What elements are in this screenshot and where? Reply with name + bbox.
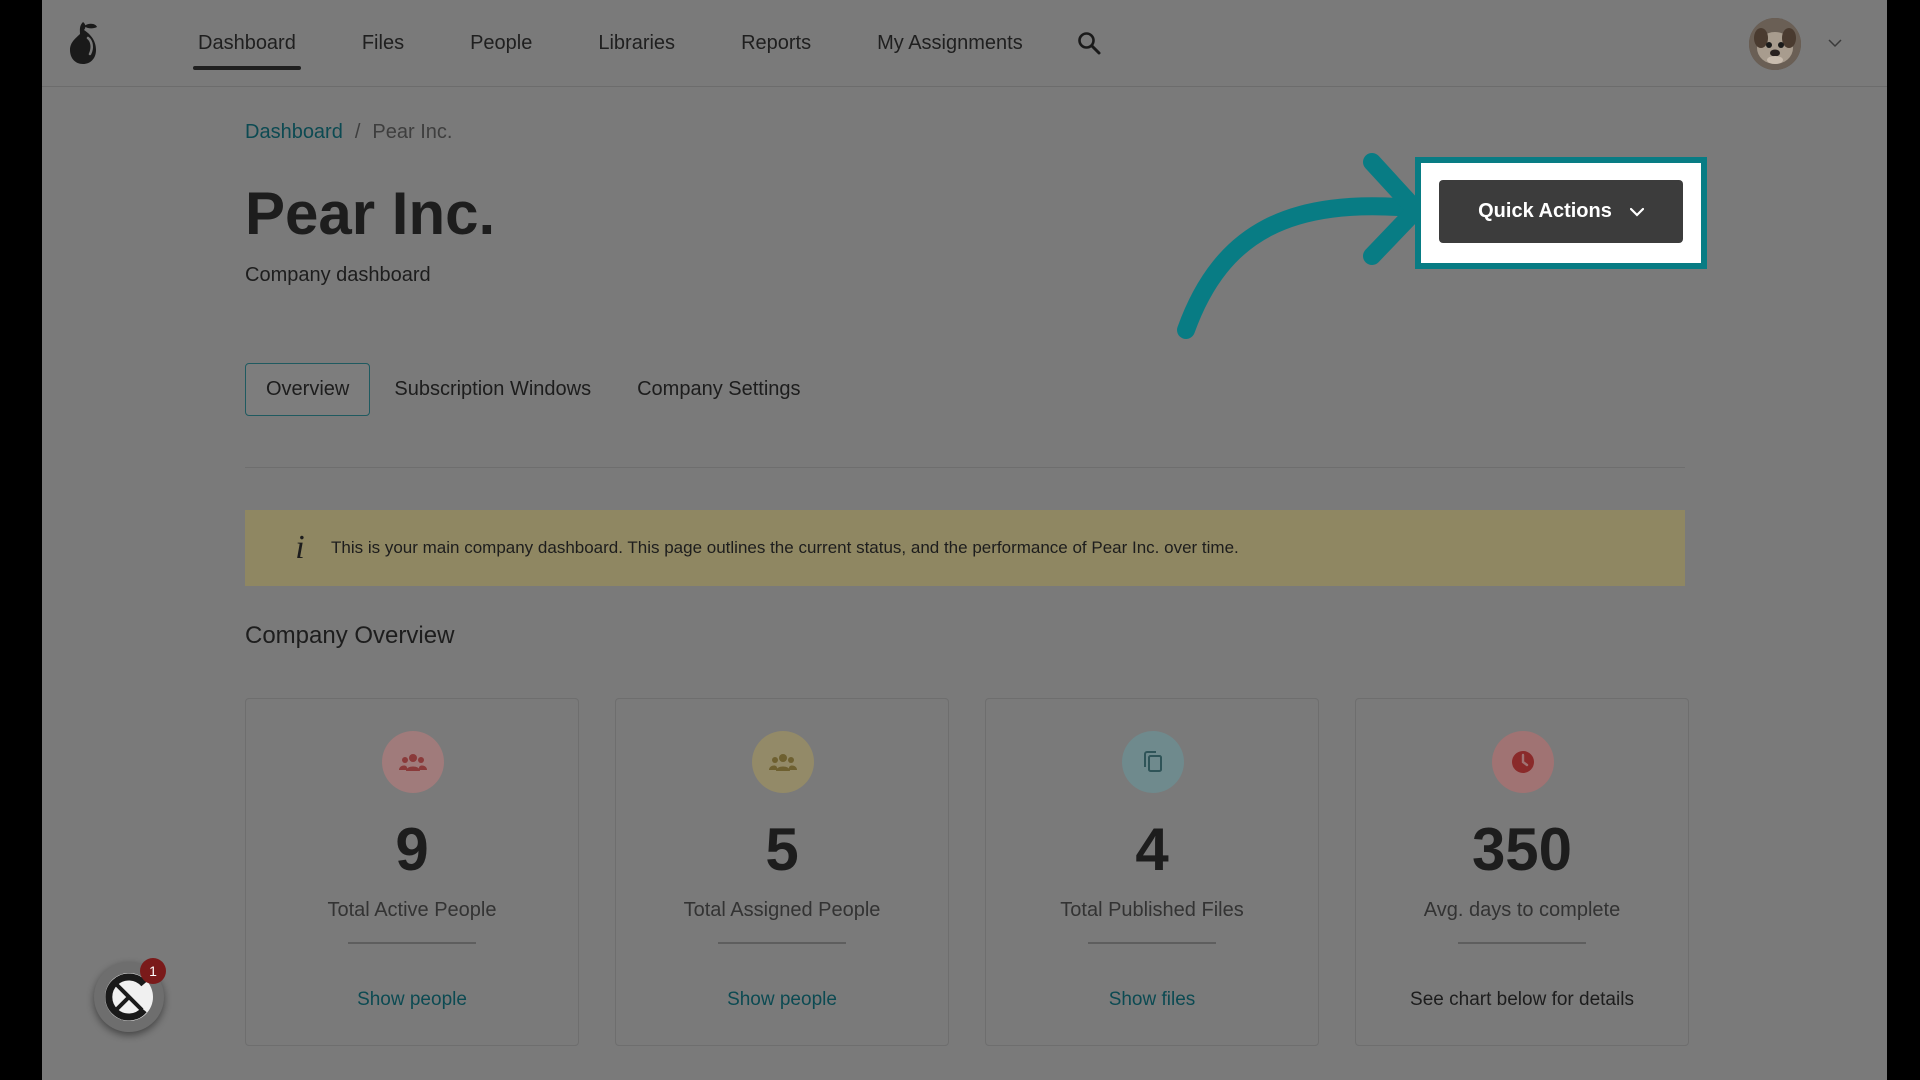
- tab-company-settings[interactable]: Company Settings: [637, 378, 800, 401]
- breadcrumb-separator: /: [354, 121, 361, 143]
- annotation-arrow-icon: [1177, 153, 1425, 339]
- card-divider: [348, 942, 476, 944]
- breadcrumb: Dashboard / Pear Inc.: [245, 121, 452, 144]
- chevron-down-icon: [1629, 207, 1644, 217]
- breadcrumb-dashboard[interactable]: Dashboard: [245, 121, 343, 143]
- card-divider: [1088, 942, 1216, 944]
- nav-item-files[interactable]: Files: [357, 0, 409, 86]
- stat-value: 9: [395, 816, 429, 883]
- stat-label: Total Published Files: [1060, 899, 1244, 921]
- info-icon: i: [295, 529, 305, 566]
- info-banner: i This is your main company dashboard. T…: [245, 510, 1685, 586]
- page-subtitle: Company dashboard: [245, 264, 431, 286]
- info-banner-text: This is your main company dashboard. Thi…: [331, 538, 1239, 557]
- notification-badge: 1: [140, 958, 166, 984]
- stat-cards: 9 Total Active People Show people 5 Tota…: [245, 698, 1689, 1046]
- people-group-icon: [382, 731, 444, 793]
- main-nav: Dashboard Files People Libraries Reports…: [193, 0, 1102, 86]
- clock-icon: [1492, 731, 1554, 793]
- tab-overview[interactable]: Overview: [245, 363, 371, 416]
- section-title: Company Overview: [245, 622, 455, 649]
- stat-card-assigned-people: 5 Total Assigned People Show people: [615, 698, 949, 1046]
- chevron-down-icon[interactable]: [1828, 38, 1842, 48]
- breadcrumb-current: Pear Inc.: [372, 121, 453, 143]
- tab-subscription-windows[interactable]: Subscription Windows: [394, 378, 591, 401]
- nav-item-reports[interactable]: Reports: [736, 0, 816, 86]
- quick-actions-label: Quick Actions: [1478, 200, 1612, 222]
- nav-item-my-assignments[interactable]: My Assignments: [872, 0, 1028, 86]
- card-divider: [718, 942, 846, 944]
- people-group-icon: [752, 731, 814, 793]
- show-files-link[interactable]: Show files: [986, 989, 1318, 1011]
- app-frame: Dashboard Files People Libraries Reports…: [42, 0, 1887, 1080]
- stat-value: 5: [765, 816, 799, 883]
- stat-label: Avg. days to complete: [1423, 899, 1621, 921]
- avatar-dog-image: [1749, 18, 1801, 70]
- search-icon[interactable]: [1076, 30, 1102, 56]
- nav-item-people[interactable]: People: [465, 0, 537, 86]
- pear-logo-icon[interactable]: [66, 18, 102, 66]
- stat-card-published-files: 4 Total Published Files Show files: [985, 698, 1319, 1046]
- card-divider: [1458, 942, 1586, 944]
- user-avatar[interactable]: [1749, 18, 1801, 70]
- chart-details-note: See chart below for details: [1410, 989, 1634, 1010]
- stat-card-active-people: 9 Total Active People Show people: [245, 698, 579, 1046]
- tabs-divider: [245, 467, 1685, 468]
- nav-item-dashboard[interactable]: Dashboard: [193, 0, 301, 86]
- top-navigation: Dashboard Files People Libraries Reports…: [42, 0, 1887, 87]
- dashboard-tabs: Overview Subscription Windows Company Se…: [245, 363, 847, 416]
- stat-label: Total Assigned People: [683, 899, 881, 921]
- show-people-link[interactable]: Show people: [246, 989, 578, 1011]
- copy-files-icon: [1122, 731, 1184, 793]
- show-people-link[interactable]: Show people: [616, 989, 948, 1011]
- quick-actions-button[interactable]: Quick Actions: [1439, 180, 1683, 243]
- stat-value: 350: [1471, 816, 1573, 883]
- page-title: Pear Inc.: [245, 180, 496, 247]
- stat-card-avg-days: 350 Avg. days to complete See chart belo…: [1355, 698, 1689, 1046]
- stat-value: 4: [1135, 816, 1169, 883]
- stat-label: Total Active People: [327, 899, 497, 921]
- nav-item-libraries[interactable]: Libraries: [593, 0, 680, 86]
